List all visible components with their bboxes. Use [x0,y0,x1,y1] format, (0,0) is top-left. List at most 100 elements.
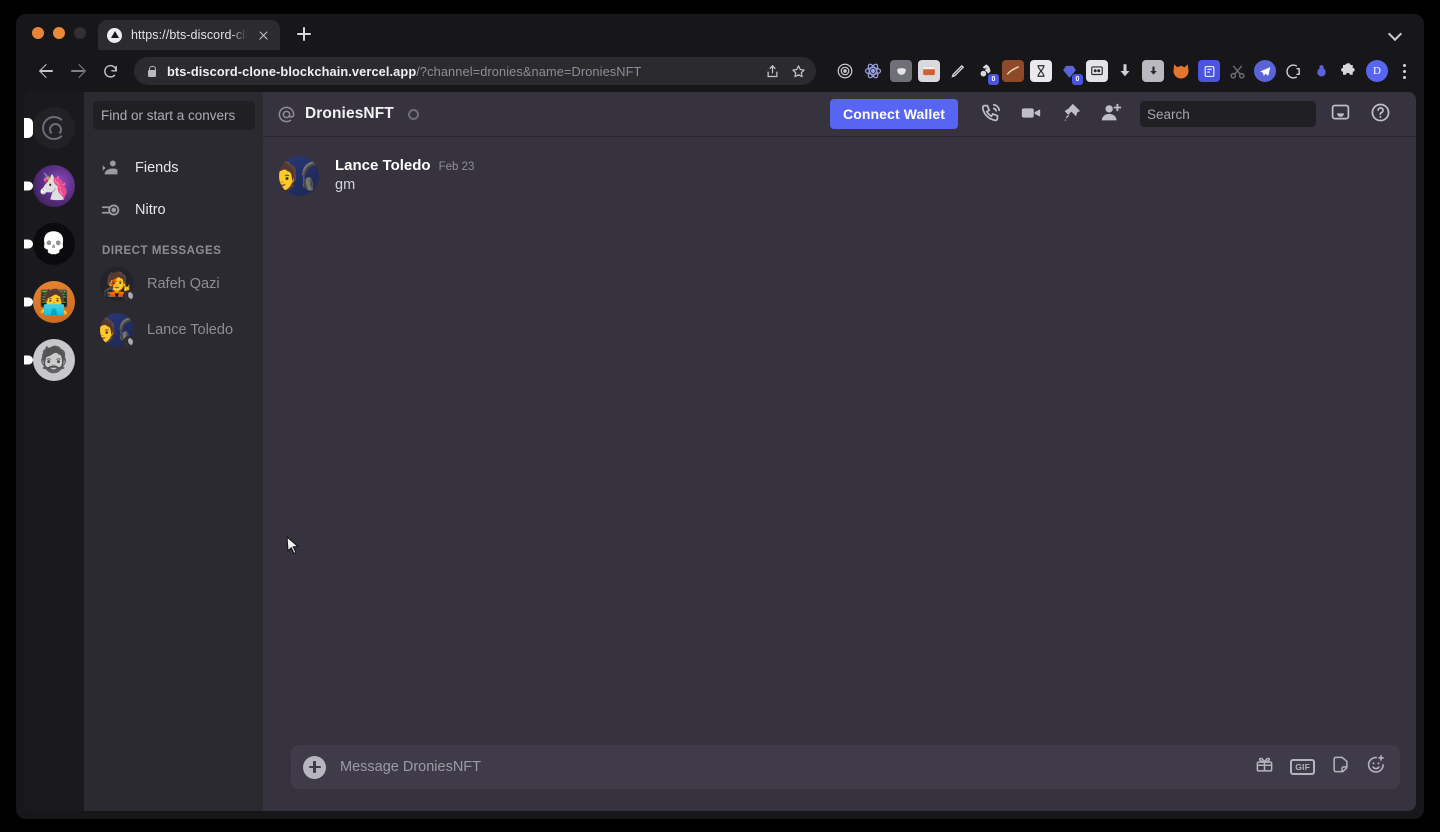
sidebar-nav-list: Fiends Nitro DIRECT MESSAGES Rafeh Qazi [84,139,263,811]
telegram-extension-icon[interactable] [1254,60,1276,82]
new-tab-button[interactable] [290,20,318,48]
address-bar[interactable]: bts-discord-clone-blockchain.vercel.app/… [134,57,816,85]
add-person-icon[interactable] [1100,102,1124,126]
plus-icon[interactable] [303,755,326,779]
atom-icon[interactable] [862,60,884,82]
main-panel: DroniesNFT Connect Wallet [263,92,1416,811]
forward-icon[interactable] [64,57,92,85]
server-indicator [24,181,33,191]
message-item: Lance Toledo Feb 23 gm [263,152,1416,200]
vercel-triangle-icon [107,27,122,43]
inbox-icon[interactable] [1330,102,1354,126]
mask-extension-icon[interactable] [890,60,912,82]
bug-extension-icon[interactable] [1310,60,1332,82]
server-item-orange[interactable] [24,278,80,326]
active-server-indicator [24,118,33,138]
window-extension-icon[interactable] [918,60,940,82]
avatar [100,313,135,348]
status-badge [123,336,135,348]
browser-window: https://bts-discord-clone-bloc bts-disco… [16,14,1424,819]
monitor-extension-icon[interactable] [1086,60,1108,82]
dronies-logo-icon [33,107,75,149]
sticker-icon[interactable] [1331,755,1350,779]
composer-box[interactable]: Message DroniesNFT GIF [291,745,1400,789]
message-composer: Message DroniesNFT GIF [263,745,1416,811]
message-input[interactable]: Message DroniesNFT [340,759,1241,775]
server-rail [24,92,84,811]
find-conversation-container: Find or start a convers [84,92,263,139]
bookmark-star-icon[interactable] [791,64,806,79]
extension-badge: 0 [988,74,999,85]
friends-icon [100,157,122,179]
status-indicator-icon [407,108,419,120]
window-controls [16,27,98,50]
target-icon[interactable] [834,60,856,82]
find-conversation-input[interactable]: Find or start a convers [93,101,255,130]
sidebar-item-nitro[interactable]: Nitro [92,189,255,231]
gift-icon[interactable] [1255,755,1274,779]
maximize-window-button[interactable] [74,27,86,39]
scissors-extension-icon[interactable] [1226,60,1248,82]
puzzle-extensions-icon[interactable] [1338,60,1360,82]
unicorn-icon [33,165,75,207]
tab-title: https://bts-discord-clone-bloc [131,28,247,42]
discord-app: Find or start a convers Fiends Nitro DIR… [24,92,1416,811]
direct-messages-header: DIRECT MESSAGES [102,245,222,257]
server-item-gray[interactable] [24,336,80,384]
sidebar-item-label: Nitro [135,202,166,218]
capture-extension-icon[interactable] [1282,60,1304,82]
help-icon[interactable] [1370,102,1394,126]
person-avatar-icon [33,281,75,323]
person-avatar-icon [33,339,75,381]
tab-strip: https://bts-discord-clone-bloc [16,14,1424,50]
emoji-icon[interactable] [1366,754,1386,780]
sidebar-item-label: Fiends [135,160,179,176]
hourglass-extension-icon[interactable] [1030,60,1052,82]
server-item-skull[interactable] [24,220,80,268]
composer-actions: GIF [1255,754,1386,780]
pen-icon[interactable] [946,60,968,82]
dm-item-label: Rafeh Qazi [147,276,220,292]
connect-wallet-button[interactable]: Connect Wallet [830,99,958,129]
brown-extension-icon[interactable] [1002,60,1024,82]
gem-extension-icon[interactable]: 0 [1058,60,1083,85]
browser-menu-icon[interactable] [1394,60,1414,82]
blue-extension-icon[interactable] [1198,60,1220,82]
share-icon[interactable] [765,64,780,79]
url-text: bts-discord-clone-blockchain.vercel.app/… [167,64,641,79]
server-item-unicorn[interactable] [24,162,80,210]
dm-item-lance-toledo[interactable]: Lance Toledo [92,307,255,353]
video-icon[interactable] [1020,102,1044,126]
download-icon[interactable] [1114,60,1136,82]
fox-extension-icon[interactable] [1170,60,1192,82]
channel-header: DroniesNFT Connect Wallet Search [263,92,1416,136]
url-host: bts-discord-clone-blockchain.vercel.app [167,63,417,79]
server-item-dronies[interactable] [24,104,80,152]
message-list[interactable]: Lance Toledo Feb 23 gm [263,136,1416,745]
pin-icon[interactable] [1060,102,1084,126]
status-badge [123,290,135,302]
server-indicator [24,297,33,307]
sidebar-item-friends[interactable]: Fiends [92,147,255,189]
browser-tab[interactable]: https://bts-discord-clone-bloc [98,20,280,50]
rocket-extension-icon[interactable]: 0 [974,60,999,85]
skull-icon [33,223,75,265]
back-icon[interactable] [32,57,60,85]
address-bar-actions [755,64,806,79]
chevron-down-icon[interactable] [1389,28,1402,41]
page-title: DroniesNFT [305,105,394,122]
avatar[interactable]: D [1366,60,1388,82]
search-input[interactable]: Search [1140,101,1316,127]
message-timestamp: Feb 23 [438,161,475,173]
dm-item-rafeh-qazi[interactable]: Rafeh Qazi [92,261,255,307]
minimize-window-button[interactable] [53,27,65,39]
close-tab-icon[interactable] [256,28,271,43]
url-path: /?channel=dronies&name=DroniesNFT [416,63,642,79]
channel-sidebar: Find or start a convers Fiends Nitro DIR… [84,92,263,811]
avatar[interactable] [279,156,319,196]
reload-icon[interactable] [96,57,124,85]
close-window-button[interactable] [32,27,44,39]
gif-icon[interactable]: GIF [1290,759,1315,775]
call-icon[interactable] [980,102,1004,126]
save-extension-icon[interactable] [1142,60,1164,82]
